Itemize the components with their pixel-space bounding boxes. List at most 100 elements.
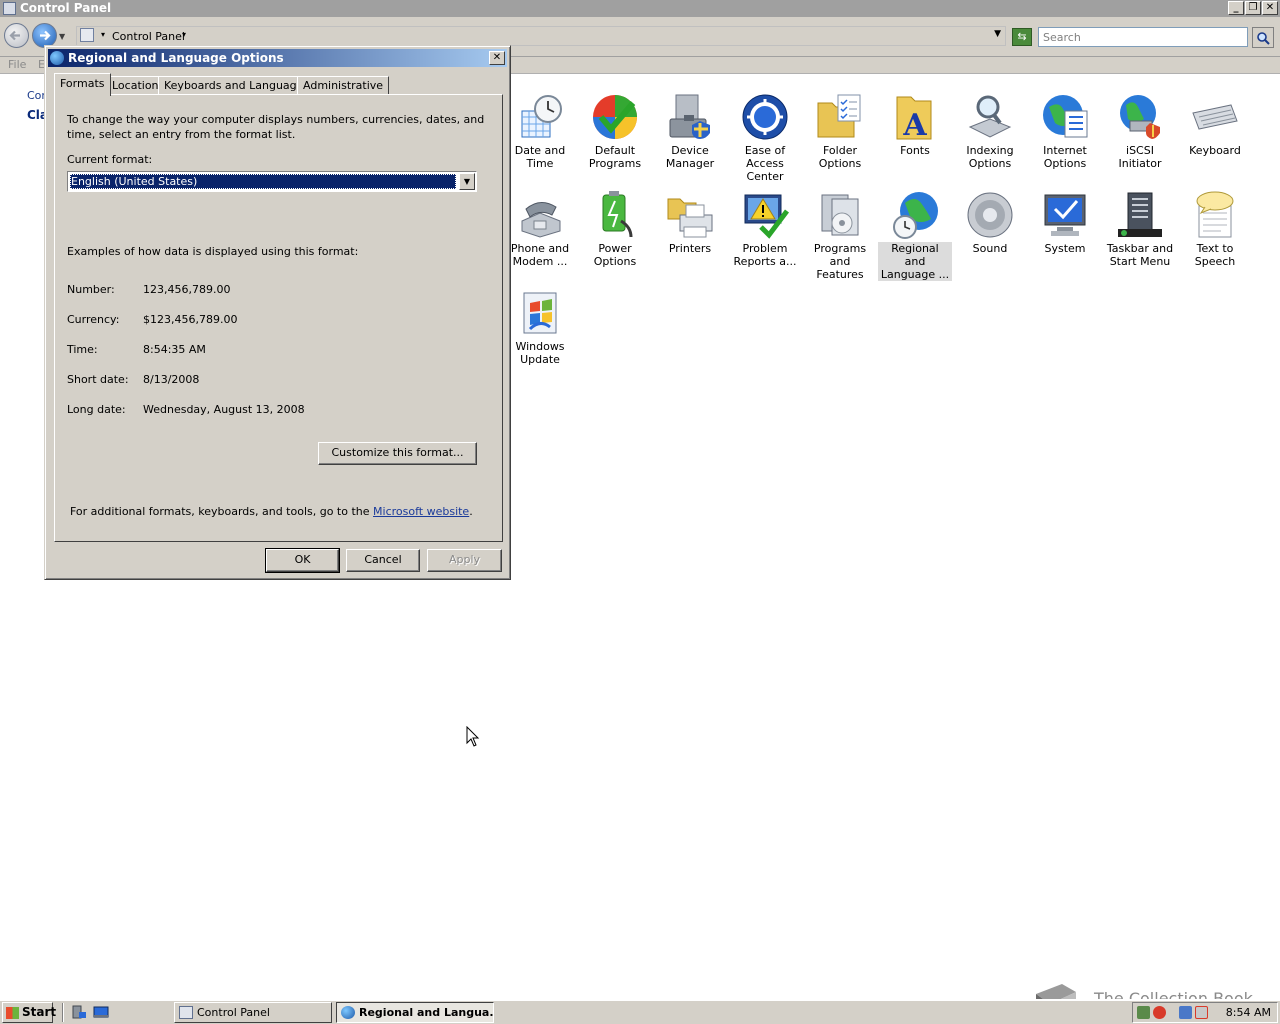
example-value: $123,456,789.00 bbox=[143, 313, 238, 326]
cp-item-label: Programs and Features bbox=[813, 242, 867, 281]
network-icon[interactable] bbox=[1137, 1006, 1150, 1019]
address-bar[interactable]: ▾ Control Panel ▾ ▼ bbox=[76, 26, 1006, 46]
taskbar-icon bbox=[1116, 191, 1164, 239]
task-label: Control Panel bbox=[197, 1006, 270, 1019]
system-tray: 8:54 AM bbox=[1132, 1002, 1278, 1023]
cp-item-label: Ease of Access Center bbox=[744, 144, 786, 183]
problem-reports-icon bbox=[741, 191, 789, 239]
globe-icon bbox=[341, 1006, 355, 1019]
cp-item-system[interactable]: System bbox=[1028, 191, 1102, 255]
ok-button[interactable]: OK bbox=[265, 548, 340, 573]
cp-item-problem-reports[interactable]: Problem Reports a... bbox=[728, 191, 802, 268]
cp-item-label: Power Options bbox=[593, 242, 637, 268]
breadcrumb-chevron-icon[interactable]: ▾ bbox=[182, 30, 186, 39]
cp-item-label: Taskbar and Start Menu bbox=[1106, 242, 1174, 268]
dialog-close-button[interactable]: ✕ bbox=[489, 51, 505, 65]
system-monitor-icon bbox=[1041, 191, 1089, 239]
minimize-button[interactable]: _ bbox=[1228, 1, 1244, 15]
breadcrumb-control-panel[interactable]: Control Panel bbox=[112, 30, 185, 43]
cp-item-label: Regional and Language ... bbox=[878, 242, 952, 281]
history-dropdown-icon[interactable]: ▼ bbox=[59, 32, 65, 41]
taskbar: Start Control Panel Regional and Langua.… bbox=[0, 999, 1280, 1024]
menu-file[interactable]: File bbox=[8, 58, 26, 71]
search-input[interactable] bbox=[1038, 27, 1248, 47]
cp-item-printers[interactable]: Printers bbox=[653, 191, 727, 255]
show-desktop-icon[interactable] bbox=[93, 1004, 109, 1020]
cp-item-programs-features[interactable]: Programs and Features bbox=[803, 191, 877, 281]
tab-keyboards-languages[interactable]: Keyboards and Languages bbox=[158, 76, 316, 95]
search-icon bbox=[1257, 32, 1270, 45]
example-key: Long date: bbox=[67, 403, 126, 416]
taskbar-button-control-panel[interactable]: Control Panel bbox=[174, 1002, 332, 1023]
server-manager-icon[interactable] bbox=[71, 1004, 87, 1020]
ease-of-access-icon bbox=[741, 93, 789, 141]
cp-item-sound[interactable]: Sound bbox=[953, 191, 1027, 255]
example-key: Currency: bbox=[67, 313, 120, 326]
example-value: 123,456,789.00 bbox=[143, 283, 231, 296]
clock-calendar-icon bbox=[516, 93, 564, 141]
address-dropdown-icon[interactable]: ▼ bbox=[994, 29, 1001, 39]
window-titlebar[interactable]: Control Panel _ ❐ ✕ bbox=[0, 0, 1280, 17]
back-button[interactable] bbox=[4, 23, 29, 48]
cp-item-power-options[interactable]: Power Options bbox=[578, 191, 652, 268]
cp-item-label: Problem Reports a... bbox=[733, 242, 797, 268]
taskbar-clock[interactable]: 8:54 AM bbox=[1226, 1006, 1271, 1019]
apply-button[interactable]: Apply bbox=[427, 549, 502, 572]
cp-item-indexing-options[interactable]: Indexing Options bbox=[953, 93, 1027, 170]
footer-prefix: For additional formats, keyboards, and t… bbox=[70, 505, 374, 518]
indexing-icon bbox=[966, 93, 1014, 141]
start-button[interactable]: Start bbox=[2, 1002, 57, 1023]
cp-item-phone-modem[interactable]: Phone and Modem ... bbox=[503, 191, 577, 268]
chevron-down-icon[interactable]: ▼ bbox=[459, 173, 475, 190]
regional-language-dialog: Regional and Language Options ✕ Formats … bbox=[44, 45, 511, 580]
cp-item-windows-update[interactable]: Windows Update bbox=[503, 289, 577, 366]
cp-item-ease-of-access[interactable]: Ease of Access Center bbox=[728, 93, 802, 183]
example-value: 8/13/2008 bbox=[143, 373, 200, 386]
cp-item-label: Indexing Options bbox=[966, 144, 1014, 170]
cp-item-keyboard[interactable]: Keyboard bbox=[1178, 93, 1252, 157]
cp-item-regional-language[interactable]: Regional and Language ... bbox=[878, 191, 952, 281]
restore-button[interactable]: ❐ bbox=[1245, 1, 1261, 15]
cp-item-device-manager[interactable]: Device Manager bbox=[653, 93, 727, 170]
volume-muted-icon[interactable] bbox=[1195, 1006, 1208, 1019]
start-label: Start bbox=[22, 1005, 57, 1019]
tab-formats[interactable]: Formats bbox=[54, 73, 111, 96]
customize-format-button[interactable]: Customize this format... bbox=[318, 442, 477, 465]
fonts-folder-icon: A bbox=[891, 93, 939, 143]
close-button[interactable]: ✕ bbox=[1262, 1, 1278, 15]
cancel-button[interactable]: Cancel bbox=[346, 549, 420, 572]
network-status-icon[interactable] bbox=[1179, 1006, 1192, 1019]
control-panel-small-icon bbox=[80, 28, 94, 42]
breadcrumb-chevron-icon[interactable]: ▾ bbox=[101, 30, 105, 39]
tab-administrative[interactable]: Administrative bbox=[297, 76, 390, 95]
taskbar-divider bbox=[62, 1003, 64, 1022]
cp-item-label: Keyboard bbox=[1189, 144, 1241, 157]
cp-item-text-to-speech[interactable]: Text to Speech bbox=[1178, 191, 1252, 268]
example-key: Short date: bbox=[67, 373, 129, 386]
keyboard-icon bbox=[1191, 93, 1239, 141]
microsoft-website-link[interactable]: Microsoft website bbox=[373, 505, 469, 518]
cp-item-label: Default Programs bbox=[588, 144, 642, 170]
dialog-titlebar[interactable]: Regional and Language Options ✕ bbox=[48, 49, 507, 67]
intro-text: To change the way your computer displays… bbox=[67, 113, 485, 141]
cp-item-internet-options[interactable]: Internet Options bbox=[1028, 93, 1102, 170]
current-format-select[interactable]: English (United States) ▼ bbox=[67, 171, 477, 192]
cp-item-iscsi-initiator[interactable]: iSCSI Initiator bbox=[1103, 93, 1177, 170]
formats-panel: To change the way your computer displays… bbox=[54, 94, 503, 542]
cp-item-fonts[interactable]: A Fonts bbox=[878, 93, 952, 157]
cp-item-date-time[interactable]: Date and Time bbox=[503, 93, 577, 170]
cp-item-folder-options[interactable]: Folder Options bbox=[803, 93, 877, 170]
cp-item-label: Device Manager bbox=[665, 144, 715, 170]
footer-text: For additional formats, keyboards, and t… bbox=[70, 505, 473, 518]
cp-item-taskbar-start-menu[interactable]: Taskbar and Start Menu bbox=[1103, 191, 1177, 268]
taskbar-button-regional[interactable]: Regional and Langua... bbox=[336, 1002, 494, 1023]
refresh-button[interactable]: ⇆ bbox=[1012, 28, 1032, 46]
tab-location[interactable]: Location bbox=[106, 76, 165, 95]
printer-icon bbox=[666, 191, 714, 239]
search-button[interactable] bbox=[1252, 27, 1274, 48]
cp-item-label: Sound bbox=[972, 242, 1008, 255]
mouse-cursor-icon bbox=[466, 726, 480, 747]
cp-item-default-programs[interactable]: Default Programs bbox=[578, 93, 652, 170]
security-alert-icon[interactable] bbox=[1153, 1006, 1166, 1019]
globe-icon bbox=[50, 51, 64, 65]
